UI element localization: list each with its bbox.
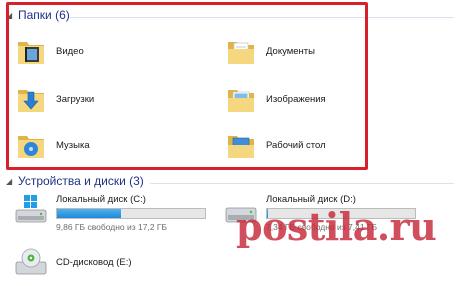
video-folder-icon: [18, 42, 44, 64]
folder-label: Музыка: [56, 139, 90, 151]
drives-section-title: Устройства и диски (3): [18, 174, 144, 188]
folder-item-music[interactable]: Музыка: [16, 130, 90, 160]
windows-drive-icon: [15, 195, 47, 223]
drives-section-header[interactable]: ◢ Устройства и диски (3): [6, 174, 144, 188]
folder-item-pictures[interactable]: Изображения: [226, 84, 326, 114]
collapse-arrow-icon[interactable]: ◢: [6, 177, 14, 186]
section-divider: [150, 183, 454, 184]
drive-label: CD-дисковод (E:): [56, 256, 132, 268]
drive-usage-fill: [57, 209, 121, 218]
folder-item-downloads[interactable]: Загрузки: [16, 84, 94, 114]
folder-label: Рабочий стол: [266, 139, 326, 151]
folder-item-video[interactable]: Видео: [16, 36, 84, 66]
folder-label: Изображения: [266, 93, 326, 105]
desktop-folder-icon: [228, 136, 254, 158]
music-folder-icon: [18, 136, 44, 158]
drive-usage-bar: [56, 208, 206, 219]
folder-item-desktop[interactable]: Рабочий стол: [226, 130, 326, 160]
drive-item-c[interactable]: Локальный диск (C:) 9,86 ГБ свободно из …: [14, 194, 206, 232]
drive-label: Локальный диск (C:): [56, 194, 146, 205]
drive-item-e[interactable]: CD-дисковод (E:): [14, 246, 132, 278]
pictures-folder-icon: [228, 90, 254, 112]
drive-free-space: 9,86 ГБ свободно из 17,2 ГБ: [56, 222, 168, 232]
folder-label: Загрузки: [56, 93, 95, 105]
folder-item-documents[interactable]: Документы: [226, 36, 315, 66]
folder-label: Документы: [266, 45, 315, 57]
folder-label: Видео: [56, 45, 84, 57]
postila-watermark: postila.ru: [236, 204, 437, 249]
downloads-folder-icon: [18, 90, 44, 112]
documents-folder-icon: [228, 42, 254, 64]
cd-drive-icon: [15, 248, 47, 275]
